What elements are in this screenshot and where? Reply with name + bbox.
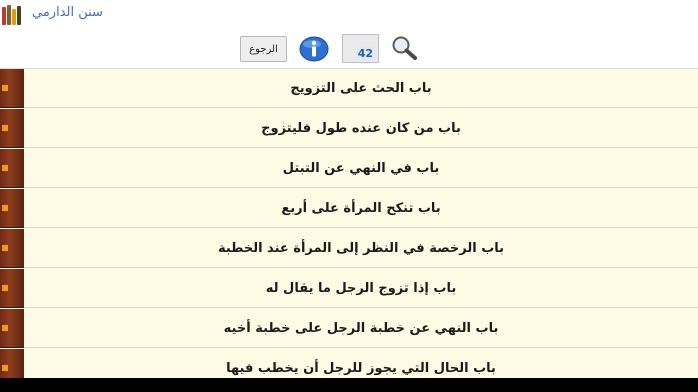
toolbar: الرجوع 42: [0, 28, 698, 69]
spine-segment: [0, 269, 24, 308]
app-title: سنن الدارمي: [32, 5, 103, 20]
chapter-item[interactable]: باب الحث على التزويج: [24, 69, 698, 108]
spine-segment: [0, 309, 24, 348]
spine-segment: [0, 229, 24, 268]
system-navigation-bar: [0, 378, 698, 392]
bookmark-marker-icon: [2, 285, 8, 291]
count-label: 42: [355, 47, 375, 60]
search-icon: [392, 36, 417, 60]
chapter-item[interactable]: باب إذا تزوج الرجل ما يقال له: [24, 269, 698, 308]
search-button[interactable]: [388, 34, 422, 62]
bookmark-marker-icon: [2, 125, 8, 131]
chapter-item[interactable]: باب النهي عن خطبة الرجل على خطبة أخيه: [24, 309, 698, 348]
chapter-item[interactable]: باب الرخصة في النظر إلى المرأة عند الخطب…: [24, 229, 698, 268]
chapters-count-button[interactable]: 42: [342, 34, 379, 63]
bookmark-marker-icon: [2, 325, 8, 331]
bookmark-marker-icon: [2, 365, 8, 371]
info-icon: [299, 36, 329, 62]
bookmark-marker-icon: [2, 85, 8, 91]
title-bar: سنن الدارمي: [0, 0, 698, 29]
spine-segment: [0, 109, 24, 148]
info-button[interactable]: [296, 35, 332, 63]
spine-segment: [0, 69, 24, 108]
bookmark-marker-icon: [2, 245, 8, 251]
chapter-list: باب الحث على التزويج باب من كان عنده طول …: [24, 69, 698, 388]
chapter-item[interactable]: باب من كان عنده طول فليتزوج: [24, 109, 698, 148]
bookmark-marker-icon: [2, 165, 8, 171]
back-button[interactable]: الرجوع: [240, 36, 287, 62]
spine-segment: [0, 149, 24, 188]
bookmark-marker-icon: [2, 205, 8, 211]
chapter-item[interactable]: باب تنكح المرأة على أربع: [24, 189, 698, 228]
book-spine-sidebar: [0, 69, 24, 388]
spine-segment: [0, 189, 24, 228]
chapter-item[interactable]: باب في النهي عن التبتل: [24, 149, 698, 188]
books-icon: [2, 3, 24, 25]
